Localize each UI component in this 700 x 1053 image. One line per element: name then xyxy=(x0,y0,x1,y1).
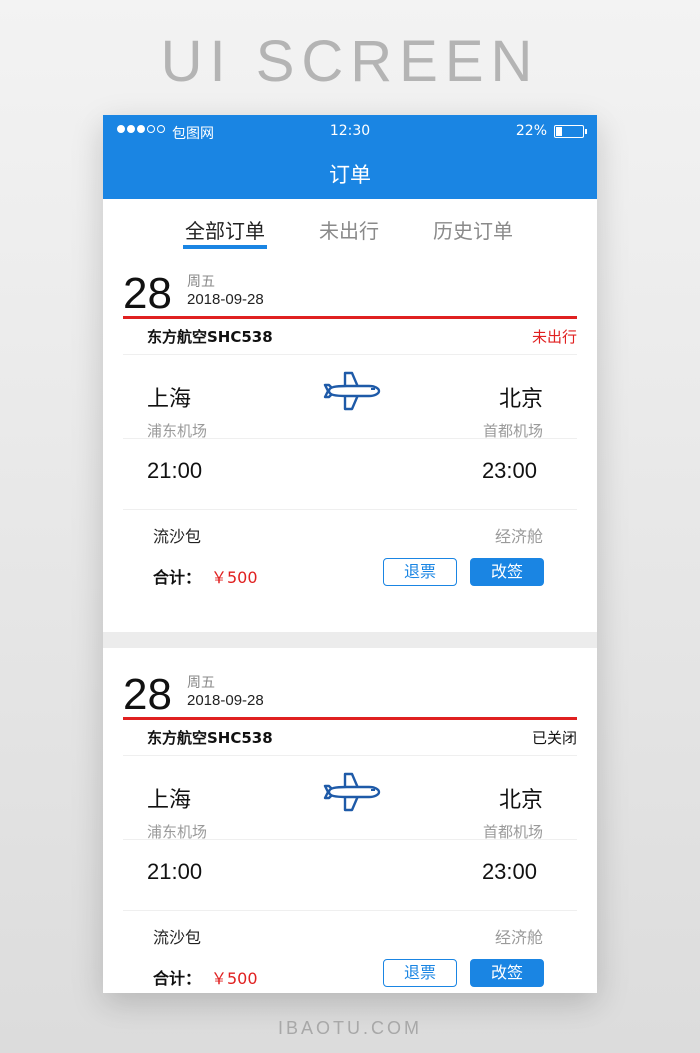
total-price: ￥500 xyxy=(211,969,258,988)
order-card[interactable]: 28 周五 2018-09-28 东方航空SHC538 已关闭 上海 北京 浦东… xyxy=(103,666,597,993)
passenger-name: 流沙包 xyxy=(153,928,202,947)
refund-button[interactable]: 退票 xyxy=(383,959,457,987)
airplane-icon xyxy=(323,772,381,812)
order-day: 28 xyxy=(123,269,172,318)
refund-button[interactable]: 退票 xyxy=(383,558,457,586)
change-button[interactable]: 改签 xyxy=(470,959,544,987)
tab-all-orders[interactable]: 全部订单 xyxy=(185,215,265,244)
battery-icon xyxy=(554,125,587,138)
status-bar: 包图网 12:30 22% xyxy=(103,115,597,147)
order-tabs: 全部订单 未出行 历史订单 xyxy=(103,199,597,255)
tab-upcoming[interactable]: 未出行 xyxy=(319,215,379,244)
page-footer: IBAOTU.COM xyxy=(277,1018,422,1038)
arrival-city: 北京 xyxy=(498,387,543,412)
divider xyxy=(123,438,577,439)
card-separator xyxy=(103,632,597,648)
cabin-class: 经济舱 xyxy=(494,527,543,546)
order-date: 2018-09-28 xyxy=(187,291,264,308)
divider xyxy=(123,910,577,911)
battery-fill xyxy=(556,127,562,136)
order-card[interactable]: 28 周五 2018-09-28 东方航空SHC538 未出行 上海 北京 浦东… xyxy=(103,265,597,625)
departure-time: 21:00 xyxy=(147,458,203,483)
divider xyxy=(123,509,577,510)
flight-number: 东方航空SHC538 xyxy=(147,729,273,747)
phone-screen: 包图网 12:30 22% 订单 全部订单 未出行 历史订单 28 周五 201… xyxy=(103,115,597,993)
cabin-class: 经济舱 xyxy=(494,928,543,947)
divider xyxy=(123,839,577,840)
divider-red xyxy=(123,717,577,720)
order-day: 28 xyxy=(123,670,172,719)
order-date: 2018-09-28 xyxy=(187,692,264,709)
order-weekday: 周五 xyxy=(187,675,215,691)
passenger-name: 流沙包 xyxy=(153,527,202,546)
total-label: 合计： xyxy=(153,568,202,587)
total-label: 合计： xyxy=(153,969,202,988)
active-tab-indicator xyxy=(183,245,267,249)
page-title: 订单 xyxy=(329,163,371,187)
departure-city: 上海 xyxy=(147,788,192,813)
departure-city: 上海 xyxy=(147,387,192,412)
divider xyxy=(123,354,577,355)
arrival-city: 北京 xyxy=(498,788,543,813)
divider xyxy=(123,755,577,756)
page-heading: UI SCREEN xyxy=(160,29,540,94)
order-status: 未出行 xyxy=(531,328,577,346)
order-status: 已关闭 xyxy=(531,729,577,747)
arrival-time: 23:00 xyxy=(481,458,537,483)
airplane-icon xyxy=(323,371,381,411)
battery-percent: 22% xyxy=(515,123,547,139)
total-price: ￥500 xyxy=(211,568,258,587)
order-weekday: 周五 xyxy=(187,274,215,290)
tab-history[interactable]: 历史订单 xyxy=(433,215,513,244)
arrival-time: 23:00 xyxy=(481,859,537,884)
flight-number: 东方航空SHC538 xyxy=(147,328,273,346)
change-button[interactable]: 改签 xyxy=(470,558,544,586)
divider-red xyxy=(123,316,577,319)
app-header: 包图网 12:30 22% 订单 xyxy=(103,115,597,199)
departure-time: 21:00 xyxy=(147,859,203,884)
